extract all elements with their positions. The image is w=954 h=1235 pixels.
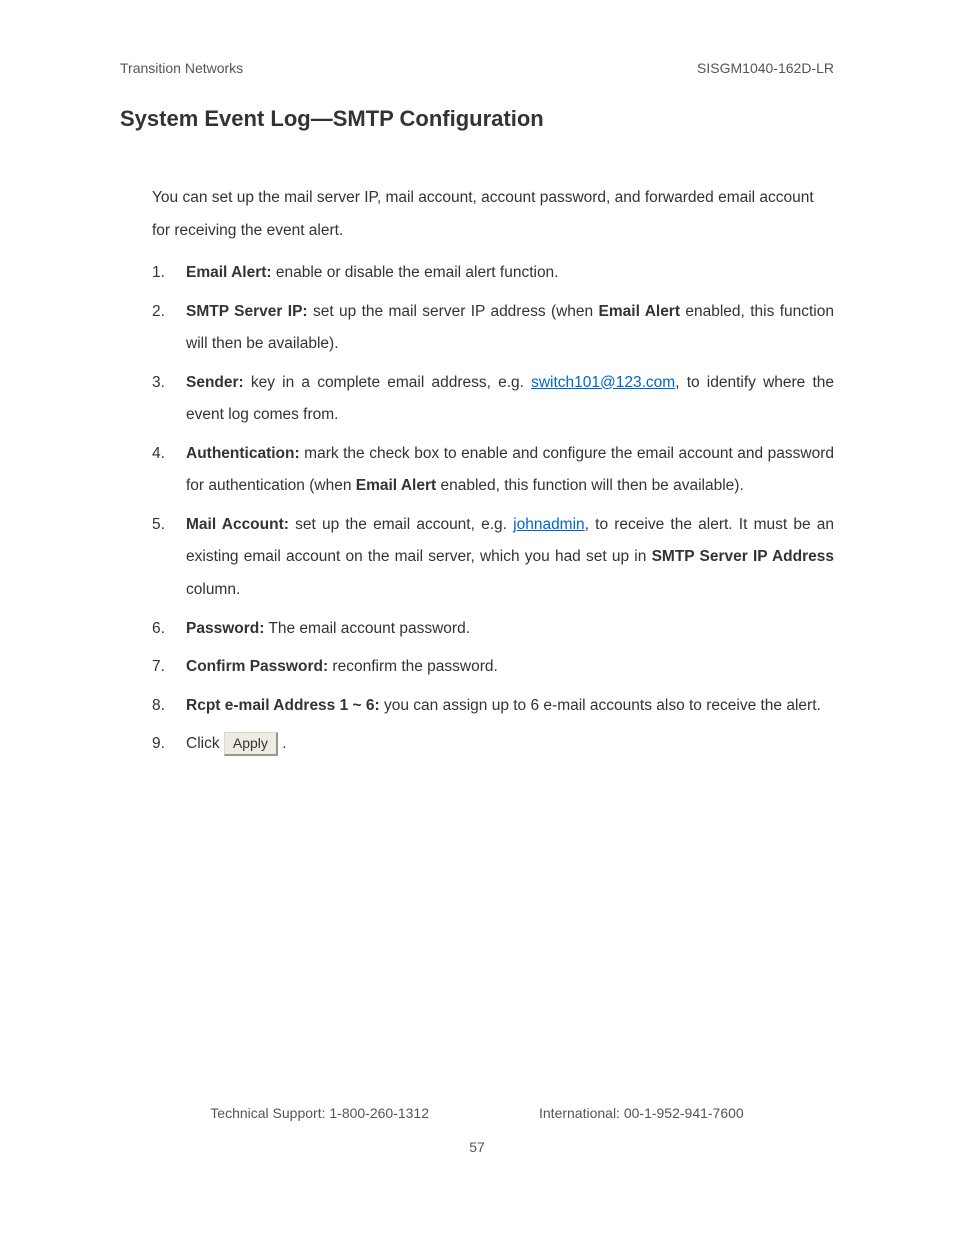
item-bold: SMTP Server IP Address: [652, 548, 834, 565]
page-footer: Technical Support: 1-800-260-1312 Intern…: [0, 1105, 954, 1155]
list-item: 7. Confirm Password: reconfirm the passw…: [152, 651, 834, 684]
apply-button[interactable]: Apply: [224, 732, 278, 757]
list-item: 5. Mail Account: set up the email accoun…: [152, 509, 834, 607]
account-link[interactable]: johnadmin: [513, 516, 585, 533]
list-number: 1.: [152, 257, 186, 290]
item-label: Rcpt e-mail Address 1 ~ 6:: [186, 697, 380, 714]
item-label: Confirm Password:: [186, 658, 328, 675]
item-label: SMTP Server IP:: [186, 303, 308, 320]
list-item: 4. Authentication: mark the check box to…: [152, 438, 834, 503]
page-header: Transition Networks SISGM1040-162D-LR: [120, 60, 834, 76]
tech-support: Technical Support: 1-800-260-1312: [210, 1105, 429, 1121]
list-number: 3.: [152, 367, 186, 432]
list-body: Email Alert: enable or disable the email…: [186, 257, 834, 290]
instruction-list: 1. Email Alert: enable or disable the em…: [120, 257, 834, 761]
item-text: you can assign up to 6 e-mail accounts a…: [380, 697, 821, 714]
list-item: 3. Sender: key in a complete email addre…: [152, 367, 834, 432]
item-label: Password:: [186, 620, 264, 637]
item-label: Authentication:: [186, 445, 300, 462]
item-bold: Email Alert: [356, 477, 436, 494]
list-item: 1. Email Alert: enable or disable the em…: [152, 257, 834, 290]
list-number: 2.: [152, 296, 186, 361]
item-label: Sender:: [186, 374, 244, 391]
international: International: 00-1-952-941-7600: [539, 1105, 744, 1121]
document-page: Transition Networks SISGM1040-162D-LR Sy…: [0, 0, 954, 1235]
item-text: key in a complete email address, e.g.: [244, 374, 531, 391]
list-number: 4.: [152, 438, 186, 503]
list-item: 6. Password: The email account password.: [152, 613, 834, 646]
header-left: Transition Networks: [120, 60, 243, 76]
item-text: Click: [186, 735, 224, 752]
page-title: System Event Log—SMTP Configuration: [120, 106, 834, 132]
item-text: set up the email account, e.g.: [289, 516, 513, 533]
item-text: reconfirm the password.: [328, 658, 498, 675]
item-label: Mail Account:: [186, 516, 289, 533]
list-number: 5.: [152, 509, 186, 607]
list-body: Confirm Password: reconfirm the password…: [186, 651, 834, 684]
list-item: 8. Rcpt e-mail Address 1 ~ 6: you can as…: [152, 690, 834, 723]
item-text: enable or disable the email alert functi…: [272, 264, 559, 281]
item-bold: Email Alert: [599, 303, 680, 320]
list-body: Authentication: mark the check box to en…: [186, 438, 834, 503]
list-number: 8.: [152, 690, 186, 723]
list-number: 9.: [152, 728, 186, 761]
item-text: enabled, this function will then be avai…: [436, 477, 744, 494]
email-link[interactable]: switch101@123.com: [531, 374, 675, 391]
list-item: 2. SMTP Server IP: set up the mail serve…: [152, 296, 834, 361]
item-label: Email Alert:: [186, 264, 272, 281]
item-text: set up the mail server IP address (when: [308, 303, 599, 320]
footer-contacts: Technical Support: 1-800-260-1312 Intern…: [0, 1105, 954, 1121]
list-item: 9. Click Apply .: [152, 728, 834, 761]
list-body: SMTP Server IP: set up the mail server I…: [186, 296, 834, 361]
list-number: 7.: [152, 651, 186, 684]
header-right: SISGM1040-162D-LR: [697, 60, 834, 76]
list-body: Sender: key in a complete email address,…: [186, 367, 834, 432]
list-body: Click Apply .: [186, 728, 834, 761]
page-number: 57: [0, 1139, 954, 1155]
list-body: Mail Account: set up the email account, …: [186, 509, 834, 607]
item-text: The email account password.: [264, 620, 470, 637]
list-body: Password: The email account password.: [186, 613, 834, 646]
intro-paragraph: You can set up the mail server IP, mail …: [120, 182, 834, 247]
item-text: column.: [186, 581, 240, 598]
list-number: 6.: [152, 613, 186, 646]
list-body: Rcpt e-mail Address 1 ~ 6: you can assig…: [186, 690, 834, 723]
item-text: .: [278, 735, 287, 752]
